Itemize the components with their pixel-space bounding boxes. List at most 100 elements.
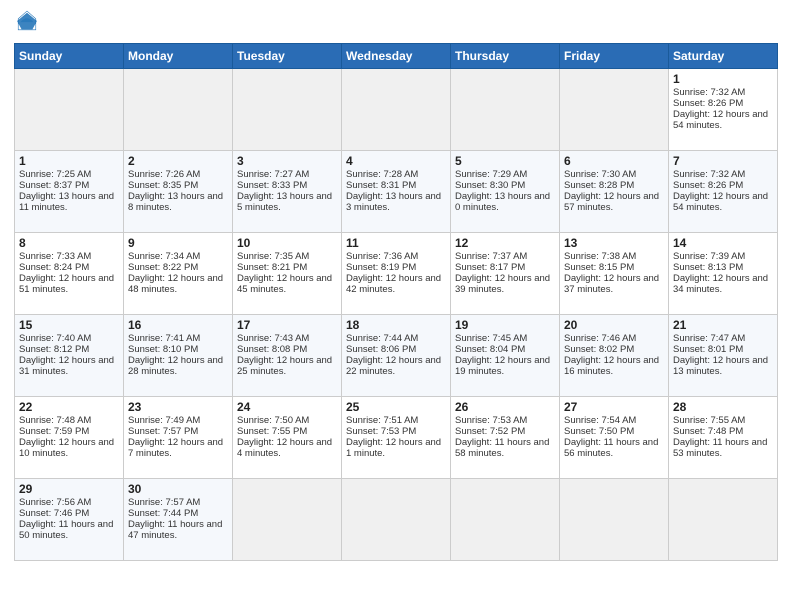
day-number: 30 [128,482,228,496]
sunrise-text: Sunrise: 7:48 AM [19,415,119,426]
day-cell [233,69,342,151]
day-cell: 19Sunrise: 7:45 AMSunset: 8:04 PMDayligh… [451,315,560,397]
sunset-text: Sunset: 8:37 PM [19,180,119,191]
day-cell: 22Sunrise: 7:48 AMSunset: 7:59 PMDayligh… [15,397,124,479]
day-cell [451,479,560,561]
day-number: 29 [19,482,119,496]
sunset-text: Sunset: 8:17 PM [455,262,555,273]
week-row-1: 1Sunrise: 7:32 AMSunset: 8:26 PMDaylight… [15,69,778,151]
col-header-monday: Monday [124,44,233,69]
day-cell: 17Sunrise: 7:43 AMSunset: 8:08 PMDayligh… [233,315,342,397]
sunset-text: Sunset: 7:53 PM [346,426,446,437]
day-number: 21 [673,318,773,332]
day-number: 7 [673,154,773,168]
day-cell: 27Sunrise: 7:54 AMSunset: 7:50 PMDayligh… [560,397,669,479]
day-cell: 1Sunrise: 7:25 AMSunset: 8:37 PMDaylight… [15,151,124,233]
daylight-text: Daylight: 12 hours and 19 minutes. [455,355,555,377]
logo-icon [16,10,38,32]
sunset-text: Sunset: 7:52 PM [455,426,555,437]
sunset-text: Sunset: 8:26 PM [673,180,773,191]
day-cell [124,69,233,151]
day-number: 8 [19,236,119,250]
sunrise-text: Sunrise: 7:26 AM [128,169,228,180]
sunrise-text: Sunrise: 7:50 AM [237,415,337,426]
day-number: 9 [128,236,228,250]
col-header-thursday: Thursday [451,44,560,69]
page-header [14,10,778,37]
sunset-text: Sunset: 8:02 PM [564,344,664,355]
day-number: 24 [237,400,337,414]
day-cell: 29Sunrise: 7:56 AMSunset: 7:46 PMDayligh… [15,479,124,561]
daylight-text: Daylight: 12 hours and 28 minutes. [128,355,228,377]
day-number: 28 [673,400,773,414]
sunrise-text: Sunrise: 7:53 AM [455,415,555,426]
col-header-wednesday: Wednesday [342,44,451,69]
daylight-text: Daylight: 12 hours and 25 minutes. [237,355,337,377]
sunset-text: Sunset: 7:44 PM [128,508,228,519]
day-cell: 10Sunrise: 7:35 AMSunset: 8:21 PMDayligh… [233,233,342,315]
day-cell: 6Sunrise: 7:30 AMSunset: 8:28 PMDaylight… [560,151,669,233]
day-number: 20 [564,318,664,332]
week-row-5: 22Sunrise: 7:48 AMSunset: 7:59 PMDayligh… [15,397,778,479]
sunset-text: Sunset: 8:12 PM [19,344,119,355]
daylight-text: Daylight: 13 hours and 3 minutes. [346,191,446,213]
day-cell: 9Sunrise: 7:34 AMSunset: 8:22 PMDaylight… [124,233,233,315]
day-number: 1 [673,72,773,86]
sunset-text: Sunset: 8:21 PM [237,262,337,273]
day-cell [233,479,342,561]
day-number: 15 [19,318,119,332]
sunset-text: Sunset: 8:04 PM [455,344,555,355]
day-cell: 12Sunrise: 7:37 AMSunset: 8:17 PMDayligh… [451,233,560,315]
day-number: 26 [455,400,555,414]
day-cell: 25Sunrise: 7:51 AMSunset: 7:53 PMDayligh… [342,397,451,479]
day-cell: 23Sunrise: 7:49 AMSunset: 7:57 PMDayligh… [124,397,233,479]
day-cell: 20Sunrise: 7:46 AMSunset: 8:02 PMDayligh… [560,315,669,397]
day-number: 1 [19,154,119,168]
sunset-text: Sunset: 8:35 PM [128,180,228,191]
sunset-text: Sunset: 8:13 PM [673,262,773,273]
daylight-text: Daylight: 13 hours and 11 minutes. [19,191,119,213]
week-row-4: 15Sunrise: 7:40 AMSunset: 8:12 PMDayligh… [15,315,778,397]
sunrise-text: Sunrise: 7:41 AM [128,333,228,344]
sunrise-text: Sunrise: 7:27 AM [237,169,337,180]
day-number: 27 [564,400,664,414]
sunset-text: Sunset: 8:30 PM [455,180,555,191]
sunset-text: Sunset: 8:19 PM [346,262,446,273]
daylight-text: Daylight: 12 hours and 54 minutes. [673,191,773,213]
sunrise-text: Sunrise: 7:32 AM [673,87,773,98]
daylight-text: Daylight: 12 hours and 54 minutes. [673,109,773,131]
sunrise-text: Sunrise: 7:55 AM [673,415,773,426]
sunset-text: Sunset: 7:46 PM [19,508,119,519]
day-cell [560,69,669,151]
daylight-text: Daylight: 12 hours and 10 minutes. [19,437,119,459]
daylight-text: Daylight: 12 hours and 31 minutes. [19,355,119,377]
day-cell [669,479,778,561]
sunset-text: Sunset: 8:33 PM [237,180,337,191]
sunrise-text: Sunrise: 7:33 AM [19,251,119,262]
day-cell: 4Sunrise: 7:28 AMSunset: 8:31 PMDaylight… [342,151,451,233]
sunset-text: Sunset: 7:50 PM [564,426,664,437]
sunrise-text: Sunrise: 7:35 AM [237,251,337,262]
sunset-text: Sunset: 8:06 PM [346,344,446,355]
sunrise-text: Sunrise: 7:43 AM [237,333,337,344]
sunrise-text: Sunrise: 7:36 AM [346,251,446,262]
daylight-text: Daylight: 11 hours and 50 minutes. [19,519,119,541]
day-number: 2 [128,154,228,168]
sunrise-text: Sunrise: 7:44 AM [346,333,446,344]
calendar-table: SundayMondayTuesdayWednesdayThursdayFrid… [14,43,778,561]
daylight-text: Daylight: 12 hours and 48 minutes. [128,273,228,295]
col-header-sunday: Sunday [15,44,124,69]
sunrise-text: Sunrise: 7:29 AM [455,169,555,180]
sunrise-text: Sunrise: 7:51 AM [346,415,446,426]
day-cell [342,479,451,561]
day-number: 12 [455,236,555,250]
daylight-text: Daylight: 12 hours and 4 minutes. [237,437,337,459]
sunrise-text: Sunrise: 7:39 AM [673,251,773,262]
day-cell: 21Sunrise: 7:47 AMSunset: 8:01 PMDayligh… [669,315,778,397]
day-cell: 2Sunrise: 7:26 AMSunset: 8:35 PMDaylight… [124,151,233,233]
daylight-text: Daylight: 12 hours and 1 minute. [346,437,446,459]
day-cell: 1Sunrise: 7:32 AMSunset: 8:26 PMDaylight… [669,69,778,151]
day-number: 16 [128,318,228,332]
daylight-text: Daylight: 12 hours and 13 minutes. [673,355,773,377]
sunrise-text: Sunrise: 7:49 AM [128,415,228,426]
